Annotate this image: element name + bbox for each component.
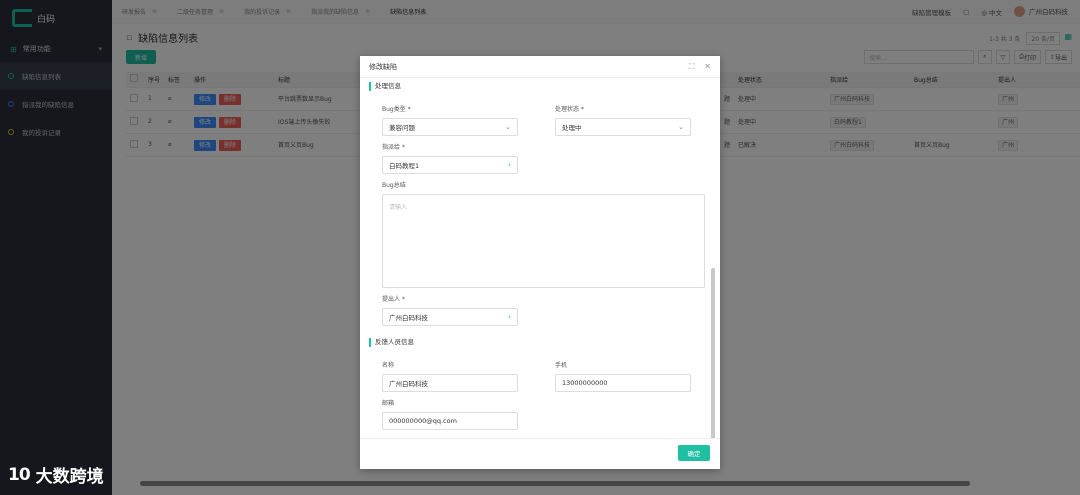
- bug-type-label: Bug类型 *: [382, 106, 411, 113]
- reporter-value: 广州白码科技: [389, 314, 428, 322]
- modal-scrollbar[interactable]: [711, 268, 715, 438]
- bug-type-value: 兼容问题: [389, 124, 415, 132]
- confirm-button[interactable]: 确定: [678, 445, 710, 461]
- summary-label: Bug总结: [382, 182, 406, 189]
- chevron-down-icon: ⌄: [505, 123, 511, 131]
- email-field[interactable]: 000000000@qq.com: [382, 412, 518, 430]
- modal-header: 修改缺陷 ⛶ ✕: [360, 56, 720, 78]
- name-value: 广州白码科技: [389, 380, 428, 388]
- reporter-picker[interactable]: 广州白码科技 ›: [382, 308, 518, 326]
- email-value: 000000000@qq.com: [389, 417, 457, 425]
- assignee-picker[interactable]: 白码教程1 ›: [382, 156, 518, 174]
- fullscreen-icon[interactable]: ⛶: [689, 62, 695, 72]
- watermark-logo: 10: [8, 464, 31, 485]
- chevron-right-icon: ›: [508, 161, 511, 169]
- chevron-right-icon: ›: [508, 313, 511, 321]
- status-select[interactable]: 处理中 ⌄: [555, 118, 691, 136]
- phone-field[interactable]: 13000000000: [555, 374, 691, 392]
- edit-defect-modal: 修改缺陷 ⛶ ✕ 处理信息 Bug类型 * 兼容问题 ⌄ 处理状态 * 处理中 …: [360, 56, 720, 469]
- assignee-value: 白码教程1: [389, 162, 420, 170]
- summary-textarea[interactable]: 请输入: [382, 194, 705, 288]
- modal-header-actions: ⛶ ✕: [679, 62, 711, 72]
- bug-type-select[interactable]: 兼容问题 ⌄: [382, 118, 518, 136]
- modal-footer: 确定: [360, 438, 720, 469]
- reporter-label: 提出人 *: [382, 296, 405, 303]
- status-value: 处理中: [562, 124, 582, 132]
- phone-label: 手机: [555, 362, 568, 369]
- name-field[interactable]: 广州白码科技: [382, 374, 518, 392]
- close-icon[interactable]: ✕: [704, 62, 711, 72]
- watermark-text: 大数跨境: [35, 467, 104, 487]
- name-label: 名称: [382, 362, 395, 369]
- phone-value: 13000000000: [562, 379, 608, 387]
- brand-watermark: 10 大数跨境: [8, 462, 104, 488]
- section-feedback-title: 反馈人员信息: [369, 338, 414, 347]
- email-label: 邮箱: [382, 400, 395, 407]
- modal-title: 修改缺陷: [369, 62, 397, 71]
- chevron-down-icon: ⌄: [678, 123, 684, 131]
- section-processing-title: 处理信息: [369, 82, 401, 91]
- status-label: 处理状态 *: [555, 106, 584, 113]
- summary-placeholder: 请输入: [389, 204, 408, 211]
- assignee-label: 指派给 *: [382, 144, 405, 151]
- modal-body: 处理信息 Bug类型 * 兼容问题 ⌄ 处理状态 * 处理中 ⌄ 指派给 * 白…: [360, 78, 720, 438]
